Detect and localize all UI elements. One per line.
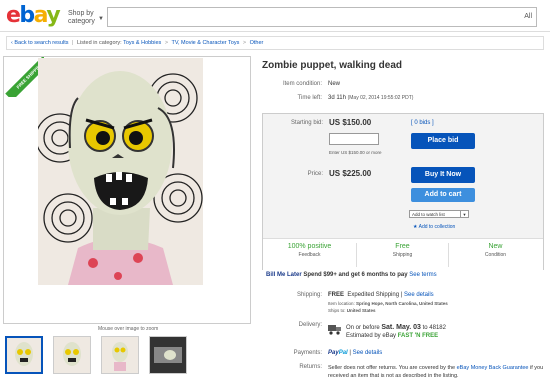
- ships-to: United States: [346, 308, 376, 313]
- condition-label: Item condition:: [282, 81, 322, 87]
- price-amount: US $225.00: [329, 169, 372, 178]
- stat-feedback: 100% positive Feedback: [287, 243, 332, 258]
- returns-text: Seller does not offer returns. You are c…: [328, 365, 544, 379]
- back-to-search-link[interactable]: Back to search results: [14, 40, 68, 46]
- add-to-cart-button[interactable]: Add to cart: [411, 188, 475, 202]
- stat-shipping: Free Shipping: [356, 243, 449, 267]
- chevron-down-icon[interactable]: ▼: [460, 211, 468, 218]
- condition-value: New: [328, 81, 341, 87]
- delivery-date: Sat. May. 03: [381, 324, 421, 331]
- bill-me-later-promo: Bill Me Later Spend $99+ and get 6 month…: [266, 272, 437, 278]
- breadcrumb-link-toys[interactable]: Toys & Hobbies: [123, 40, 161, 46]
- listed-in-label: Listed in category:: [76, 40, 122, 46]
- item-main-photo[interactable]: [38, 58, 203, 285]
- bid-amount-input[interactable]: [329, 133, 379, 145]
- shipping-details-link[interactable]: See details: [404, 292, 434, 298]
- shipping-value: FREE: [328, 292, 345, 298]
- bill-me-later-logo: Bill Me Later: [266, 272, 302, 278]
- starting-bid-amount: US $150.00: [329, 118, 372, 127]
- breadcrumb: ‹ Back to search results | Listed in cat…: [6, 36, 544, 50]
- add-to-collection-link[interactable]: ★ Add to collection: [413, 224, 455, 230]
- truck-icon: [328, 325, 341, 335]
- back-icon[interactable]: ‹: [11, 40, 13, 46]
- add-to-watch-list-button[interactable]: Add to watch list ▼: [409, 210, 469, 218]
- buy-it-now-button[interactable]: Buy It Now: [411, 167, 475, 183]
- see-terms-link[interactable]: See terms: [409, 272, 436, 278]
- shop-by-category-button[interactable]: Shop by category ▼: [68, 10, 104, 26]
- search-input[interactable]: All: [107, 7, 537, 27]
- time-left-date: (May 02, 2014 19:55:02 PDT): [347, 95, 414, 101]
- header: ebay Shop by category ▼ All: [0, 0, 550, 32]
- breadcrumb-link-other[interactable]: Other: [250, 40, 264, 46]
- thumbnail-3[interactable]: [101, 336, 139, 374]
- price-label: Price:: [307, 171, 323, 177]
- time-left-label: Time left:: [297, 95, 322, 101]
- stat-condition: New Condition: [484, 243, 507, 258]
- delivery-label: Delivery:: [298, 322, 322, 328]
- shipping-label: Shipping:: [296, 292, 322, 298]
- purchase-panel: Starting bid: US $150.00 [ 0 bids ] Plac…: [262, 113, 544, 270]
- place-bid-button[interactable]: Place bid: [411, 133, 475, 149]
- payments-details-link[interactable]: See details: [353, 350, 383, 356]
- time-left-value: 3d 11h: [328, 95, 346, 101]
- star-icon: ★: [413, 224, 418, 230]
- payments-label: Payments:: [293, 350, 322, 356]
- returns-label: Returns:: [299, 364, 322, 370]
- item-title: Zombie puppet, walking dead: [262, 60, 403, 71]
- stats-bar: 100% positive Feedback Free Shipping New Co…: [263, 238, 543, 270]
- thumbnail-1[interactable]: [5, 336, 43, 374]
- fast-n-free-badge: FAST 'N FREE: [397, 333, 439, 339]
- search-scope-select[interactable]: All: [524, 13, 532, 20]
- bid-count-link[interactable]: [ 0 bids ]: [411, 120, 434, 126]
- money-back-guarantee-link[interactable]: eBay Money Back Guarantee: [457, 365, 529, 371]
- starting-bid-label: Starting bid:: [290, 120, 323, 126]
- breadcrumb-link-tv-movie[interactable]: TV, Movie & Character Toys: [171, 40, 239, 46]
- zoom-hint: Mouse over image to zoom: [98, 326, 159, 332]
- ebay-logo[interactable]: ebay: [6, 5, 61, 27]
- thumbnail-2[interactable]: [53, 336, 91, 374]
- paypal-logo: PayPal: [328, 350, 348, 356]
- thumbnail-4[interactable]: [149, 336, 187, 374]
- item-location: Spring Hope, North Carolina, United Stat…: [356, 301, 448, 306]
- bid-hint: Enter US $150.00 or more: [329, 150, 382, 155]
- chevron-down-icon: ▼: [98, 16, 104, 22]
